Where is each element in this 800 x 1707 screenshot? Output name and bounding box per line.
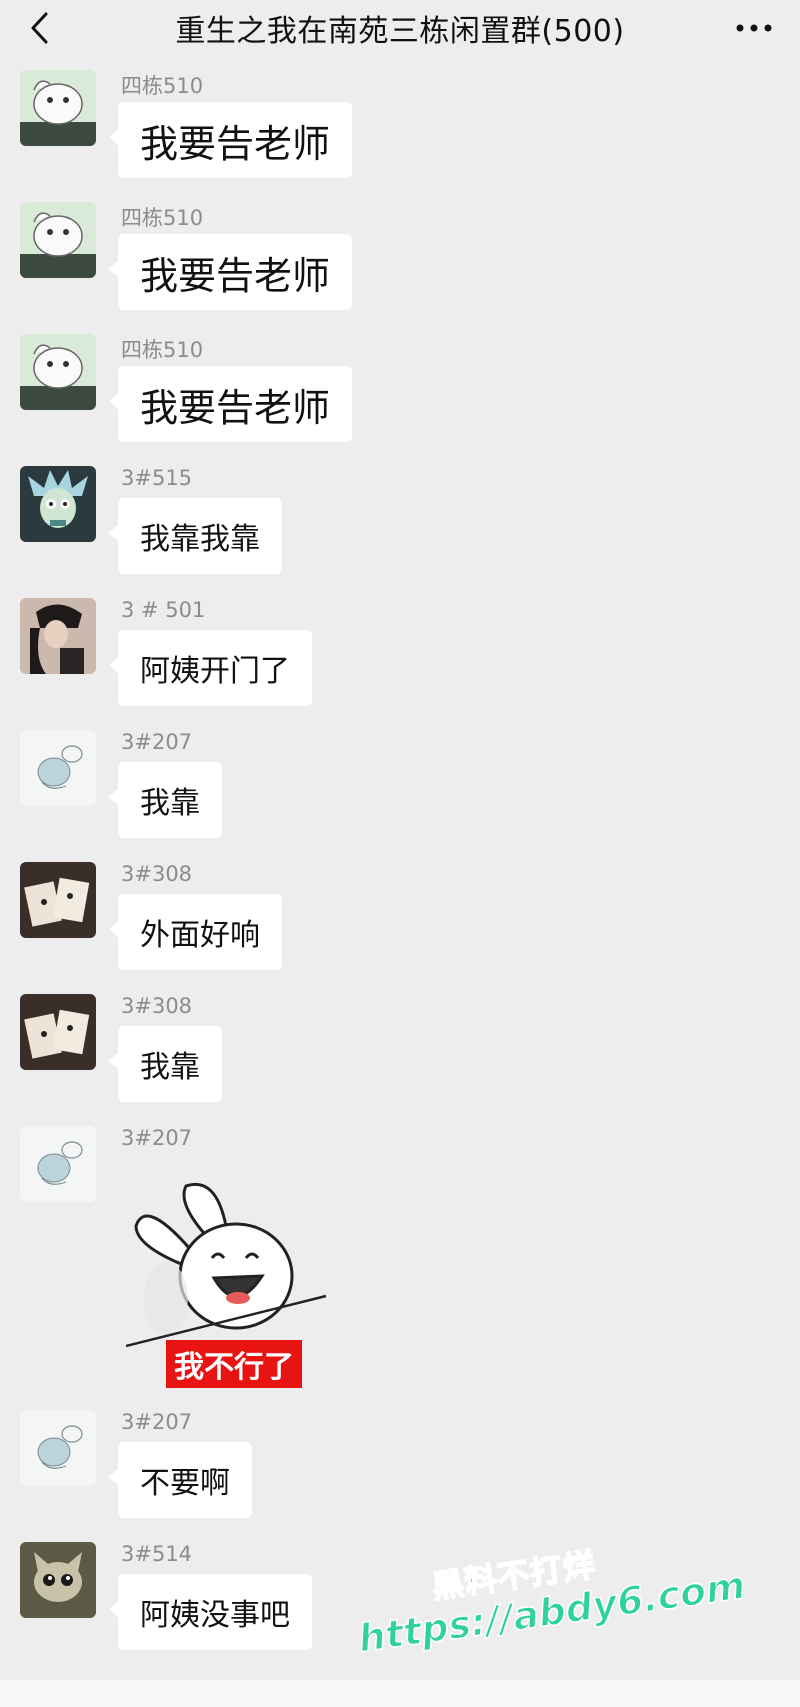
rick-avatar	[20, 466, 96, 542]
chat-header: 重生之我在南苑三栋闲置群(500)	[0, 0, 800, 56]
sender-name: 3#207	[121, 1410, 193, 1434]
more-dots-icon	[736, 24, 772, 32]
avatar[interactable]	[20, 466, 96, 542]
avatar[interactable]	[20, 1410, 96, 1486]
sticker-message[interactable]: 我不行了	[125, 1166, 346, 1388]
chat-area[interactable]: 四栋510 我要告老师 四栋510 我要告老师 四栋510 我要告老师 3#51…	[0, 56, 800, 1707]
sketch-cat-avatar	[20, 1410, 96, 1486]
message-bubble[interactable]: 我靠	[109, 762, 222, 838]
avatar[interactable]	[20, 598, 96, 674]
avatar[interactable]	[20, 334, 96, 410]
sender-name: 3#207	[121, 1126, 193, 1150]
avatar[interactable]	[20, 202, 96, 278]
sketch-cat-avatar	[20, 1126, 96, 1202]
cat-toy-avatar	[20, 1542, 96, 1618]
message-bubble[interactable]: 阿姨没事吧	[109, 1574, 312, 1650]
message-bubble[interactable]: 我要告老师	[108, 102, 353, 178]
message-bubble[interactable]: 我要告老师	[108, 366, 353, 442]
message-bubble[interactable]: 我要告老师	[108, 234, 353, 310]
avatar[interactable]	[20, 1542, 96, 1618]
sketch-cat-avatar	[20, 730, 96, 806]
chevron-left-icon	[31, 12, 48, 44]
message-bubble[interactable]: 不要啊	[109, 1442, 252, 1518]
more-button[interactable]	[726, 6, 782, 50]
girl-photo-avatar	[20, 598, 96, 674]
avatar[interactable]	[20, 1126, 96, 1202]
chat-title: 重生之我在南苑三栋闲置群(500)	[175, 14, 625, 49]
avatar[interactable]	[20, 862, 96, 938]
next-message-stub	[0, 1680, 800, 1707]
cartoon-dog-avatar	[20, 70, 96, 146]
cards-photo-avatar	[20, 994, 96, 1070]
sender-name: 四栋510	[121, 74, 204, 98]
sender-name: 四栋510	[121, 206, 204, 230]
message-bubble[interactable]: 阿姨开门了	[109, 630, 312, 706]
message-bubble[interactable]: 外面好响	[109, 894, 282, 970]
sender-name: 3#514	[121, 1542, 193, 1566]
avatar[interactable]	[20, 70, 96, 146]
sender-name: 3#308	[121, 994, 193, 1018]
cards-photo-avatar	[20, 862, 96, 938]
sender-name: 3 # 501	[121, 598, 206, 622]
back-button[interactable]	[18, 6, 62, 50]
cartoon-dog-avatar	[20, 202, 96, 278]
sender-name: 3#515	[121, 466, 193, 490]
sender-name: 3#207	[121, 730, 193, 754]
avatar[interactable]	[20, 994, 96, 1070]
sender-name: 3#308	[121, 862, 193, 886]
sender-name: 四栋510	[121, 338, 204, 362]
message-bubble[interactable]: 我靠	[109, 1026, 222, 1102]
avatar[interactable]	[20, 730, 96, 806]
message-bubble[interactable]: 我靠我靠	[109, 498, 282, 574]
sticker-caption: 我不行了	[166, 1340, 302, 1388]
cartoon-dog-avatar	[20, 334, 96, 410]
